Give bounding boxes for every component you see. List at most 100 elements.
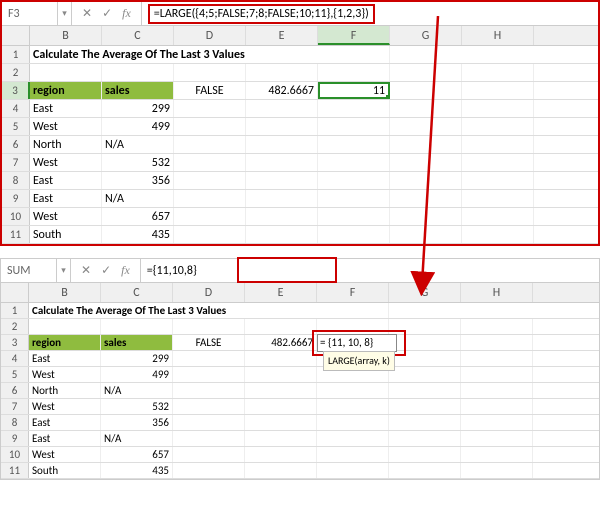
cell[interactable] [174,118,246,135]
cell[interactable] [174,190,246,207]
cell-sales-header[interactable]: sales [101,335,173,350]
cell[interactable] [390,226,462,243]
row-header-4[interactable]: 4 [2,100,30,117]
cell[interactable] [174,172,246,189]
cell[interactable]: East [29,431,101,446]
cell[interactable]: 356 [101,415,173,430]
enter-icon[interactable]: ✓ [101,263,111,278]
row-header-6[interactable]: 6 [1,383,29,398]
enter-icon[interactable]: ✓ [102,6,112,21]
cell[interactable] [318,172,390,189]
cell[interactable] [389,431,461,446]
cell[interactable] [245,383,317,398]
cell[interactable] [245,351,317,366]
cell[interactable] [173,383,245,398]
cell[interactable] [245,447,317,462]
cell[interactable] [318,118,390,135]
col-header-H[interactable]: H [462,26,534,45]
cell[interactable] [462,154,534,171]
cell[interactable]: 435 [101,463,173,478]
cell[interactable] [317,415,389,430]
cell[interactable]: N/A [102,190,174,207]
cell[interactable] [317,447,389,462]
cell[interactable]: West [30,118,102,135]
cell[interactable] [462,208,534,225]
cell[interactable] [390,208,462,225]
fx-icon[interactable]: fx [121,263,130,278]
cell[interactable] [174,136,246,153]
cell[interactable] [174,154,246,171]
cell[interactable] [317,463,389,478]
name-box-dropdown-icon[interactable]: ▾ [58,2,72,25]
cell[interactable] [245,367,317,382]
cell[interactable] [245,463,317,478]
cell[interactable] [245,415,317,430]
cell-D3[interactable]: FALSE [173,335,245,350]
cell[interactable]: West [29,399,101,414]
col-header-D[interactable]: D [173,283,245,302]
col-header-B[interactable]: B [30,26,102,45]
select-all-corner[interactable] [2,26,30,45]
cell[interactable] [318,208,390,225]
row-header-8[interactable]: 8 [1,415,29,430]
cell[interactable]: N/A [102,136,174,153]
cell[interactable] [318,136,390,153]
cell[interactable] [173,447,245,462]
cell[interactable] [390,190,462,207]
cell[interactable] [317,383,389,398]
cell[interactable] [174,226,246,243]
row-header-3[interactable]: 3 [2,82,30,99]
cell[interactable] [390,136,462,153]
cell[interactable]: 435 [102,226,174,243]
cell[interactable]: 499 [102,118,174,135]
cancel-icon[interactable]: ✕ [82,6,92,21]
cell[interactable]: West [30,208,102,225]
cell[interactable] [461,351,533,366]
cell[interactable] [390,100,462,117]
cell[interactable] [173,431,245,446]
cell[interactable]: N/A [101,383,173,398]
cell-region-header[interactable]: region [30,82,102,99]
col-header-F[interactable]: F [318,26,390,45]
cell-title[interactable]: Calculate The Average Of The Last 3 Valu… [29,303,389,318]
cell-title[interactable]: Calculate The Average Of The Last 3 Valu… [30,46,390,63]
cell[interactable] [461,431,533,446]
cell[interactable]: West [30,154,102,171]
formula-input[interactable]: ={11,10,8} [141,259,599,282]
select-all-corner[interactable] [1,283,29,302]
cell[interactable]: East [30,172,102,189]
cell[interactable]: West [29,367,101,382]
cell[interactable] [173,399,245,414]
cell-F3-editing[interactable]: = {11, 10, 8} LARGE(array, k) [317,335,389,350]
cell[interactable] [461,383,533,398]
col-header-D[interactable]: D [174,26,246,45]
cell-F3-selected[interactable]: 11 [318,82,390,99]
cell[interactable] [246,208,318,225]
cell-region-header[interactable]: region [29,335,101,350]
cell[interactable]: 532 [101,399,173,414]
cell[interactable] [318,226,390,243]
cell[interactable] [390,118,462,135]
cell[interactable] [245,431,317,446]
cell[interactable]: 356 [102,172,174,189]
cell[interactable] [389,383,461,398]
col-header-G[interactable]: G [390,26,462,45]
name-box[interactable]: F3 [2,2,58,25]
cell[interactable]: North [29,383,101,398]
formula-input[interactable]: =LARGE({4;5;FALSE;7;8;FALSE;10;11},{1,2,… [142,2,598,25]
cell[interactable]: West [29,447,101,462]
col-header-C[interactable]: C [101,283,173,302]
cell[interactable] [462,136,534,153]
cell[interactable] [462,190,534,207]
cell[interactable] [173,367,245,382]
cancel-icon[interactable]: ✕ [81,263,91,278]
cell[interactable]: 532 [102,154,174,171]
cell[interactable] [246,136,318,153]
cell[interactable] [317,431,389,446]
cell[interactable] [390,154,462,171]
cell-D3[interactable]: FALSE [174,82,246,99]
cell[interactable]: 299 [101,351,173,366]
cell-sales-header[interactable]: sales [102,82,174,99]
cell[interactable] [245,399,317,414]
inline-cell-editor[interactable]: = {11, 10, 8} [317,334,397,352]
